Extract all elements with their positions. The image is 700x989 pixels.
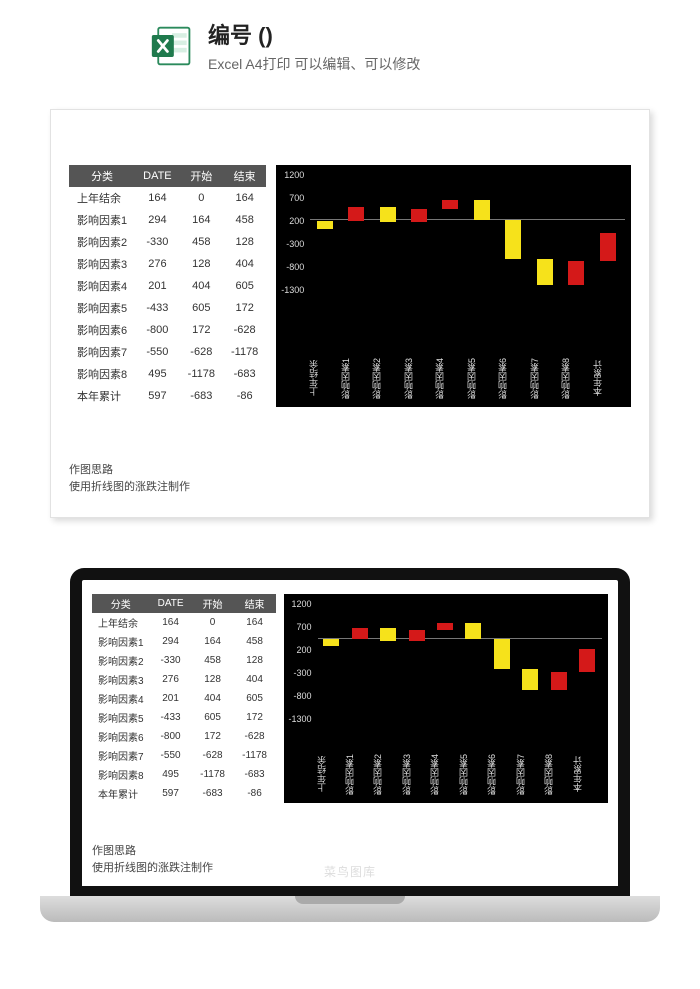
table-header: DATE: [135, 165, 180, 187]
table-row: 影响因素8495-1178-683: [92, 765, 276, 784]
table-row: 影响因素2-330458128: [92, 651, 276, 670]
chart-x-label: 本年累计: [594, 351, 625, 405]
chart-bar: [494, 639, 510, 669]
chart-x-label: 本年累计: [574, 747, 602, 801]
chart-x-label: 影响因素4: [436, 351, 467, 405]
chart-bar: [474, 200, 490, 221]
table-row: 影响因素6-800172-628: [92, 727, 276, 746]
page-subtitle: Excel A4打印 可以编辑、可以修改: [208, 54, 420, 74]
table-row: 本年累计597-683-86: [92, 784, 276, 803]
document-preview-card: 分类DATE开始结束 上年结余1640164影响因素1294164458影响因素…: [50, 109, 650, 518]
table-row: 影响因素3276128404: [69, 253, 266, 275]
chart-bar: [348, 207, 364, 221]
notes-line1: 作图思路: [92, 843, 608, 860]
table-row: 影响因素3276128404: [92, 670, 276, 689]
chart-plot-area: [310, 171, 625, 377]
chart-bar: [579, 649, 595, 672]
chart-bar: [317, 221, 333, 229]
table-row: 影响因素1294164458: [92, 632, 276, 651]
table-header: 分类: [92, 594, 150, 613]
chart-x-label: 上年结余: [318, 747, 346, 801]
data-table: 分类DATE开始结束 上年结余1640164影响因素1294164458影响因素…: [92, 594, 276, 803]
chart-x-label: 影响因素3: [405, 351, 436, 405]
chart-bar: [537, 259, 553, 285]
excel-icon: [150, 24, 194, 68]
waterfall-chart: 1200700200-300-800-1300 上年结余影响因素1影响因素2影响…: [276, 165, 631, 407]
table-header: 结束: [223, 165, 266, 187]
header-text: 编号 () Excel A4打印 可以编辑、可以修改: [208, 18, 420, 74]
chart-bar: [522, 669, 538, 690]
chart-x-label: 影响因素1: [342, 351, 373, 405]
data-table: 分类DATE开始结束 上年结余1640164影响因素1294164458影响因素…: [69, 165, 266, 407]
table-row: 影响因素4201404605: [69, 275, 266, 297]
laptop-screen: 分类DATE开始结束 上年结余1640164影响因素1294164458影响因素…: [70, 568, 630, 896]
table-header: 结束: [234, 594, 276, 613]
chart-bar: [352, 628, 368, 639]
chart-bar: [323, 639, 339, 645]
chart-x-label: 影响因素6: [499, 351, 530, 405]
chart-x-label: 影响因素2: [374, 747, 402, 801]
chart-bar: [409, 630, 425, 640]
notes-line1: 作图思路: [69, 462, 631, 479]
chart-x-label: 影响因素2: [373, 351, 404, 405]
notes-line2: 使用折线图的涨跌注制作: [69, 479, 631, 496]
chart-x-labels: 上年结余影响因素1影响因素2影响因素3影响因素4影响因素5影响因素6影响因素7影…: [310, 351, 625, 405]
chart-bar: [600, 233, 616, 262]
chart-bar: [380, 628, 396, 641]
chart-x-label: 影响因素7: [531, 351, 562, 405]
table-row: 本年累计597-683-86: [69, 385, 266, 407]
table-row: 影响因素6-800172-628: [69, 319, 266, 341]
table-row: 上年结余1640164: [92, 613, 276, 632]
table-row: 影响因素2-330458128: [69, 231, 266, 253]
table-row: 影响因素1294164458: [69, 209, 266, 231]
chart-x-label: 影响因素6: [488, 747, 516, 801]
chart-y-ticks: 1200700200-300-800-1300: [280, 171, 304, 309]
chart-x-label: 影响因素7: [517, 747, 545, 801]
table-row: 影响因素5-433605172: [69, 297, 266, 319]
notes: 作图思路 使用折线图的涨跌注制作: [69, 462, 631, 495]
chart-x-label: 影响因素8: [545, 747, 573, 801]
chart-y-ticks: 1200700200-300-800-1300: [288, 600, 312, 738]
table-header: DATE: [150, 594, 192, 613]
table-row: 影响因素4201404605: [92, 689, 276, 708]
chart-x-label: 影响因素3: [403, 747, 431, 801]
waterfall-chart: 1200700200-300-800-1300 上年结余影响因素1影响因素2影响…: [284, 594, 608, 803]
chart-x-label: 影响因素5: [468, 351, 499, 405]
chart-bar: [465, 623, 481, 639]
chart-x-label: 影响因素4: [431, 747, 459, 801]
chart-x-label: 影响因素5: [460, 747, 488, 801]
chart-bar: [380, 207, 396, 223]
table-header: 开始: [180, 165, 223, 187]
table-row: 影响因素5-433605172: [92, 708, 276, 727]
chart-bar: [411, 209, 427, 222]
chart-x-label: 影响因素8: [562, 351, 593, 405]
chart-bar: [568, 261, 584, 285]
table-header: 分类: [69, 165, 135, 187]
chart-x-label: 上年结余: [310, 351, 341, 405]
table-header: 开始: [192, 594, 234, 613]
table-row: 影响因素7-550-628-1178: [92, 746, 276, 765]
chart-bar: [505, 220, 521, 258]
laptop-base: [40, 896, 660, 922]
page-title: 编号 (): [208, 18, 420, 50]
chart-x-label: 影响因素1: [346, 747, 374, 801]
table-row: 影响因素7-550-628-1178: [69, 341, 266, 363]
chart-bar: [551, 672, 567, 691]
table-row: 影响因素8495-1178-683: [69, 363, 266, 385]
laptop-brand: 菜鸟图库: [324, 863, 376, 880]
page-header: 编号 () Excel A4打印 可以编辑、可以修改: [0, 0, 700, 84]
chart-x-labels: 上年结余影响因素1影响因素2影响因素3影响因素4影响因素5影响因素6影响因素7影…: [318, 747, 602, 801]
chart-bar: [437, 623, 453, 631]
document-body: 分类DATE开始结束 上年结余1640164影响因素1294164458影响因素…: [69, 165, 631, 407]
chart-bar: [442, 200, 458, 210]
document-body: 分类DATE开始结束 上年结余1640164影响因素1294164458影响因素…: [92, 594, 608, 803]
table-row: 上年结余1640164: [69, 187, 266, 209]
laptop-mockup: 分类DATE开始结束 上年结余1640164影响因素1294164458影响因素…: [40, 568, 660, 922]
